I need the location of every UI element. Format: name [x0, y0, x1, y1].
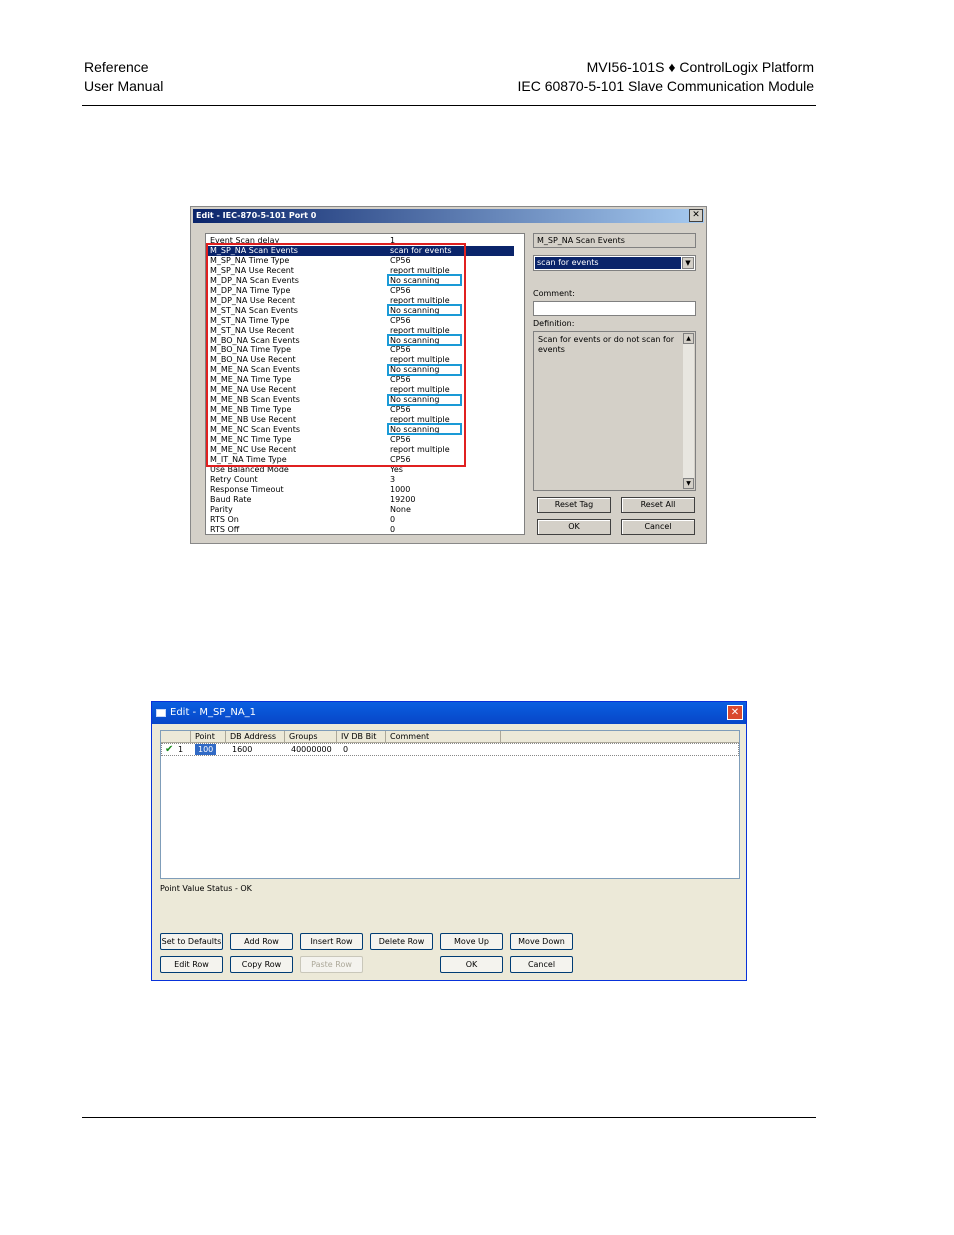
parameter-name: RTS On [210, 514, 239, 524]
set-to-defaults-button[interactable]: Set to Defaults [160, 933, 223, 950]
cancel-button[interactable]: Cancel [621, 519, 695, 535]
dropdown-selected-value: scan for events [535, 257, 681, 269]
move-down-button[interactable]: Move Down [510, 933, 573, 950]
cancel-button[interactable]: Cancel [510, 956, 573, 973]
parameter-row[interactable]: RTS On 0 [210, 515, 510, 525]
reset-tag-button[interactable]: Reset Tag [537, 497, 611, 513]
add-row-button[interactable]: Add Row [230, 933, 293, 950]
cell-groups[interactable]: 40000000 [291, 744, 332, 755]
window-icon [156, 709, 166, 717]
highlight-frame-blue [387, 274, 462, 286]
dialog-title: Edit - IEC-870-5-101 Port 0 [196, 211, 317, 220]
parameter-value: 19200 [390, 494, 416, 504]
column-header-comment[interactable]: Comment [386, 731, 501, 743]
column-header-iv-db-bit[interactable]: IV DB Bit [337, 731, 386, 743]
port-edit-dialog: Edit - IEC-870-5-101 Port 0 ✕ Event Scan… [190, 206, 707, 544]
parameter-row[interactable]: Baud Rate 19200 [210, 495, 510, 505]
header-rule [82, 105, 816, 106]
row-header-corner [161, 731, 191, 743]
parameter-name: Retry Count [210, 474, 258, 484]
parameter-value: None [390, 504, 411, 514]
row-index: 1 [178, 745, 184, 754]
dialog-title-bar: Edit - M_SP_NA_1 [152, 702, 746, 724]
definition-box: Scan for events or do not scan for event… [533, 331, 696, 491]
definition-label: Definition: [533, 319, 575, 328]
footer-rule [82, 1117, 816, 1118]
ok-button[interactable]: OK [440, 956, 503, 973]
parameter-name: Baud Rate [210, 494, 252, 504]
parameter-row[interactable]: Parity None [210, 505, 510, 515]
comment-label: Comment: [533, 289, 575, 298]
definition-text: Scan for events or do not scan for event… [538, 335, 674, 354]
reset-all-button[interactable]: Reset All [621, 497, 695, 513]
column-header-db-address[interactable]: DB Address [226, 731, 285, 743]
parameter-value: 1000 [390, 484, 411, 494]
header-product: MVI56-101S ♦ ControlLogix Platform [586, 59, 814, 75]
header-doc-type: User Manual [84, 78, 164, 94]
header-module: IEC 60870-5-101 Slave Communication Modu… [517, 78, 815, 94]
status-text: Point Value Status - OK [160, 884, 252, 893]
insert-row-button[interactable]: Insert Row [300, 933, 363, 950]
dialog-title-bar: Edit - IEC-870-5-101 Port 0 [193, 209, 704, 223]
checkmark-icon: ✔ [165, 744, 174, 755]
scroll-up-arrow-icon[interactable]: ▲ [683, 333, 694, 344]
parameter-row[interactable]: Retry Count 3 [210, 475, 510, 485]
highlight-frame-blue [387, 364, 462, 376]
ok-button[interactable]: OK [537, 519, 611, 535]
parameter-value: 0 [390, 524, 396, 534]
field-name-display: M_SP_NA Scan Events [533, 233, 696, 248]
cell-db-address[interactable]: 1600 [232, 744, 252, 755]
parameter-value: 0 [390, 514, 396, 524]
paste-row-button[interactable]: Paste Row [300, 956, 363, 973]
parameter-name: Response Timeout [210, 484, 284, 494]
copy-row-button[interactable]: Copy Row [230, 956, 293, 973]
parameter-row[interactable]: Response Timeout 1000 [210, 485, 510, 495]
page-header-left: Reference User Manual [84, 58, 163, 96]
parameter-value: 3 [390, 474, 396, 484]
comment-input[interactable] [533, 301, 696, 316]
definition-scrollbar[interactable]: ▲ ▼ [683, 333, 694, 489]
points-grid[interactable]: Point DB Address Groups IV DB Bit Commen… [160, 730, 740, 879]
header-section: Reference [84, 59, 149, 75]
highlight-frame-blue [387, 394, 462, 406]
delete-row-button[interactable]: Delete Row [370, 933, 433, 950]
cell-iv-db-bit[interactable]: 0 [343, 744, 348, 755]
parameter-name: RTS Off [210, 524, 240, 534]
chevron-down-icon[interactable]: ▼ [682, 257, 694, 269]
point-edit-dialog: Edit - M_SP_NA_1 ✕ Point DB Address Grou… [151, 701, 747, 981]
close-button[interactable]: ✕ [727, 705, 743, 720]
cell-point[interactable]: 100 [195, 744, 217, 755]
highlight-frame-blue [387, 423, 462, 435]
scroll-down-arrow-icon[interactable]: ▼ [683, 478, 694, 489]
column-header-point[interactable]: Point [191, 731, 226, 743]
edit-row-button[interactable]: Edit Row [160, 956, 223, 973]
parameter-name: Parity [210, 504, 233, 514]
highlight-frame-blue [387, 304, 462, 316]
page-header-right: MVI56-101S ♦ ControlLogix Platform IEC 6… [518, 58, 815, 96]
value-dropdown[interactable]: scan for events ▼ [533, 255, 696, 271]
column-header-filler [501, 731, 739, 743]
dialog-title: Edit - M_SP_NA_1 [170, 707, 257, 718]
table-row[interactable]: ✔ 1 100 1600 40000000 0 [161, 743, 739, 756]
highlight-frame-blue [387, 334, 462, 346]
move-up-button[interactable]: Move Up [440, 933, 503, 950]
column-header-groups[interactable]: Groups [285, 731, 337, 743]
parameter-row[interactable]: RTS Off 0 [210, 524, 510, 534]
close-button[interactable]: ✕ [689, 209, 703, 222]
